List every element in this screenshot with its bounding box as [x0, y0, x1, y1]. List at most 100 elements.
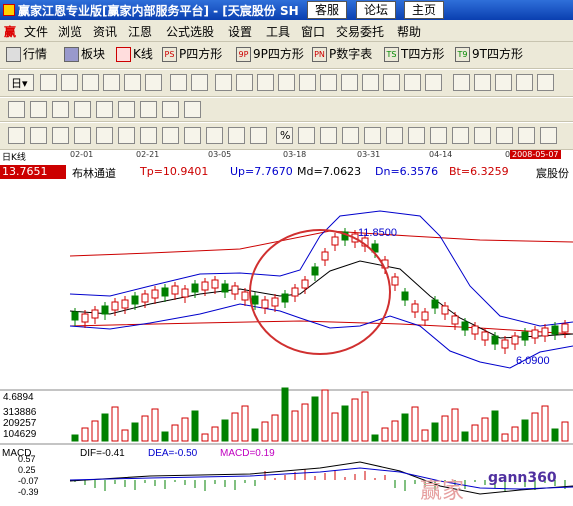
volume-bar [241, 405, 249, 442]
menu-trade[interactable]: 交易委托 [336, 23, 384, 40]
tool-icon-21[interactable] [52, 101, 69, 118]
tool-icon-20[interactable] [30, 101, 47, 118]
tool-icon-27[interactable] [184, 101, 201, 118]
tool-icon-13[interactable] [383, 74, 400, 91]
tool-icon-25[interactable] [140, 101, 157, 118]
tool-icon-1[interactable] [40, 74, 57, 91]
9t-square-label: 9T四方形 [472, 47, 523, 61]
tool-icon-10[interactable] [320, 74, 337, 91]
t-square-label: T四方形 [401, 47, 445, 61]
nav-next-icon[interactable] [257, 74, 274, 91]
hand-icon[interactable] [453, 74, 470, 91]
draw-icon-1[interactable] [8, 127, 25, 144]
tool-icon-2[interactable] [61, 74, 78, 91]
draw-icon-11[interactable] [228, 127, 245, 144]
percent-icon[interactable]: % [276, 127, 293, 144]
nav-prev-icon[interactable] [236, 74, 253, 91]
draw-icon-3[interactable] [52, 127, 69, 144]
sector-button[interactable]: 板块 [64, 45, 105, 65]
tool-icon-17[interactable] [516, 74, 533, 91]
tool-icon-19[interactable] [8, 101, 25, 118]
draw-icon-5[interactable] [96, 127, 113, 144]
draw-icon-12[interactable] [250, 127, 267, 144]
tool-icon-6[interactable] [145, 74, 162, 91]
draw-icon-24[interactable] [540, 127, 557, 144]
draw-icon-21[interactable] [474, 127, 491, 144]
candle-body [161, 287, 169, 297]
tool-icon-22[interactable] [74, 101, 91, 118]
current-date: 2008-05-07 [510, 150, 561, 159]
menu-file[interactable]: 文件 [24, 23, 48, 40]
tool-icon-9[interactable] [299, 74, 316, 91]
menu-formula[interactable]: 公式选股 [166, 23, 214, 40]
tool-icon-15[interactable] [425, 74, 442, 91]
volume-bar [131, 422, 139, 442]
draw-icon-4[interactable] [74, 127, 91, 144]
draw-icon-14[interactable] [320, 127, 337, 144]
nav-first-icon[interactable] [215, 74, 232, 91]
t-square-button[interactable]: TS T四方形 [384, 45, 444, 65]
tool-icon-24[interactable] [118, 101, 135, 118]
draw-icon-22[interactable] [496, 127, 513, 144]
draw-icon-17[interactable] [386, 127, 403, 144]
candle-body [441, 305, 449, 315]
candle-body [401, 291, 409, 301]
quotes-button[interactable]: 行情 [6, 45, 47, 65]
candle-body [321, 251, 329, 261]
draw-icon-15[interactable] [342, 127, 359, 144]
tool-icon-3[interactable] [82, 74, 99, 91]
candle-body [251, 295, 259, 305]
volume-bar [391, 420, 399, 442]
draw-icon-9[interactable] [184, 127, 201, 144]
p-number-button[interactable]: PN P数字表 [312, 45, 372, 65]
draw-icon-23[interactable] [518, 127, 535, 144]
9t-square-button[interactable]: T9 9T四方形 [455, 45, 523, 65]
tool-icon-4[interactable] [103, 74, 120, 91]
draw-icon-20[interactable] [452, 127, 469, 144]
tool-icon-7[interactable] [170, 74, 187, 91]
9p-square-label: 9P四方形 [253, 47, 304, 61]
draw-icon-6[interactable] [118, 127, 135, 144]
tool-icon-12[interactable] [362, 74, 379, 91]
draw-icon-10[interactable] [206, 127, 223, 144]
tool-icon-5[interactable] [124, 74, 141, 91]
forum-button[interactable]: 论坛 [356, 1, 396, 19]
crosshair-icon[interactable] [474, 74, 491, 91]
draw-icon-13[interactable] [298, 127, 315, 144]
9p-square-button[interactable]: 9P 9P四方形 [236, 45, 304, 65]
draw-icon-18[interactable] [408, 127, 425, 144]
draw-icon-16[interactable] [364, 127, 381, 144]
p-square-button[interactable]: PS P四方形 [162, 45, 222, 65]
volume-bar [351, 398, 359, 442]
home-button[interactable]: 主页 [404, 1, 444, 19]
menu-help[interactable]: 帮助 [397, 23, 421, 40]
menu-info[interactable]: 资讯 [93, 23, 117, 40]
kline-chart[interactable]: 11.8500 6.0900 4.6894 313886 209257 1046… [0, 176, 573, 506]
menu-tools[interactable]: 工具 [266, 23, 290, 40]
candle-body [121, 299, 129, 309]
tool-icon-11[interactable] [341, 74, 358, 91]
menu-window[interactable]: 窗口 [301, 23, 325, 40]
tool-icon-26[interactable] [162, 101, 179, 118]
tool-icon-16[interactable] [495, 74, 512, 91]
sector-label: 板块 [81, 47, 106, 61]
volume-bar [181, 417, 189, 442]
tool-icon-23[interactable] [96, 101, 113, 118]
service-button[interactable]: 客服 [307, 1, 347, 19]
draw-icon-19[interactable] [430, 127, 447, 144]
menu-browse[interactable]: 浏览 [58, 23, 82, 40]
draw-icon-2[interactable] [30, 127, 47, 144]
volume-bar [101, 413, 109, 442]
draw-icon-7[interactable] [140, 127, 157, 144]
draw-icon-8[interactable] [162, 127, 179, 144]
tool-icon-18[interactable] [537, 74, 554, 91]
tool-icon-8[interactable] [191, 74, 208, 91]
menu-settings[interactable]: 设置 [228, 23, 252, 40]
candle-body [111, 301, 119, 311]
candle-body [391, 276, 399, 286]
menu-gann[interactable]: 江恩 [128, 23, 152, 40]
nav-last-icon[interactable] [278, 74, 295, 91]
period-select[interactable]: 日▾ [8, 74, 34, 91]
tool-icon-14[interactable] [404, 74, 421, 91]
kline-button[interactable]: K线 [116, 45, 153, 65]
